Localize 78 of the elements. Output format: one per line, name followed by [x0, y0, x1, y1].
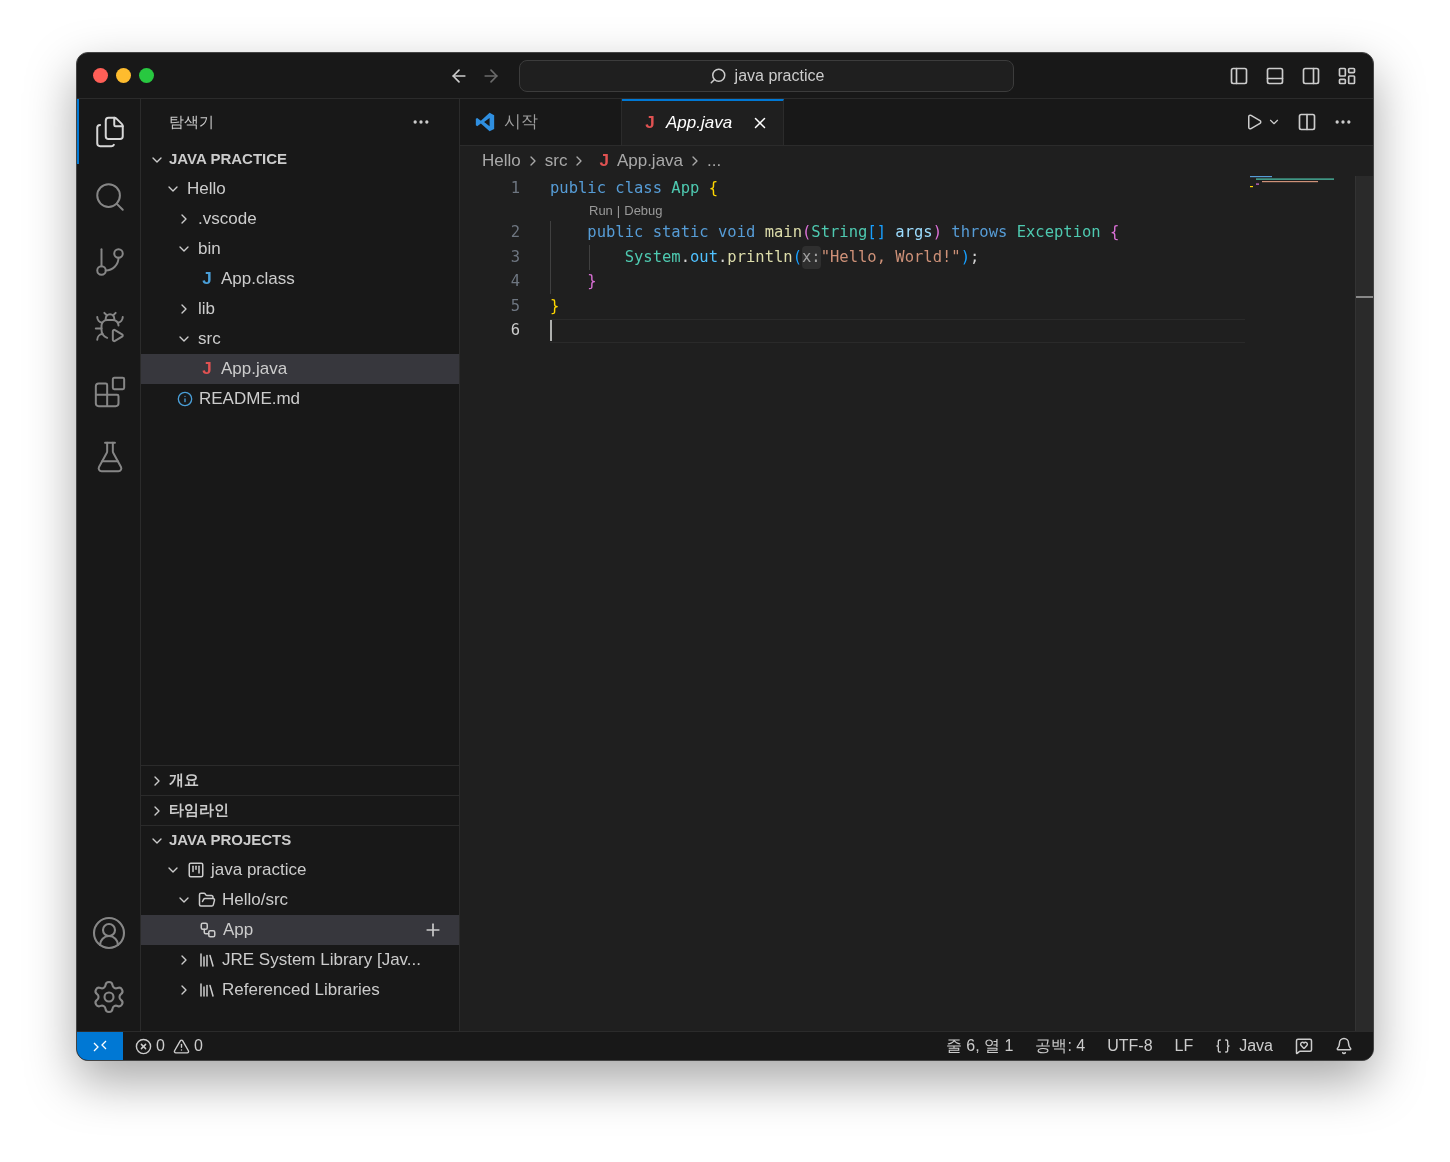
- layout-icon[interactable]: [1337, 65, 1357, 86]
- error-icon: [135, 1037, 152, 1055]
- minimize-window-button[interactable]: [116, 68, 131, 83]
- breadcrumb-item[interactable]: src: [544, 148, 568, 174]
- tree-item[interactable]: lib: [141, 294, 459, 324]
- tree-item[interactable]: README.md: [141, 384, 459, 414]
- line-number: 4: [509, 271, 520, 293]
- braces-icon: [1215, 1038, 1232, 1054]
- tree-item[interactable]: bin: [141, 234, 459, 264]
- encoding-setting[interactable]: UTF-8: [1107, 1034, 1153, 1058]
- tree-item[interactable]: Referenced Libraries: [141, 975, 459, 1005]
- java-file-icon: J: [642, 110, 658, 136]
- secondary-sidebar-icon[interactable]: [1301, 65, 1321, 86]
- search-icon: [708, 66, 727, 85]
- maximize-window-button[interactable]: [139, 68, 154, 83]
- java-file-icon: J: [199, 356, 215, 382]
- run-debug-icon[interactable]: [92, 309, 127, 344]
- feedback-icon[interactable]: [1295, 1037, 1313, 1055]
- panel-toggle-icon[interactable]: [1265, 65, 1285, 86]
- info-icon: [177, 391, 193, 407]
- code-line: }: [550, 295, 561, 317]
- line-number: 6: [509, 320, 520, 342]
- class-file-icon: J: [199, 266, 215, 292]
- tree-item[interactable]: .vscode: [141, 204, 459, 234]
- editor-tab[interactable]: J App.java: [622, 99, 784, 145]
- account-icon[interactable]: [90, 915, 127, 951]
- line-ending-setting[interactable]: LF: [1174, 1034, 1194, 1058]
- line-number: 1: [509, 177, 520, 199]
- problems-button[interactable]: 0 0: [135, 1034, 203, 1058]
- code-line: System.out.println(x:"Hello, World!");: [550, 245, 1245, 270]
- tree-item[interactable]: J App.java: [141, 354, 459, 384]
- line-number: 5: [509, 295, 520, 317]
- tree-item[interactable]: App: [141, 915, 459, 945]
- cursor-position[interactable]: 줄 6, 열 1: [945, 1034, 1014, 1058]
- tree-item[interactable]: java practice: [141, 855, 459, 885]
- play-icon: [1245, 113, 1263, 131]
- command-search-field[interactable]: java practice: [519, 59, 1014, 92]
- line-number: 2: [509, 222, 520, 244]
- library-icon: [198, 951, 216, 969]
- tree-item[interactable]: Hello: [141, 174, 459, 204]
- sidebar-toggle-icon[interactable]: [1229, 65, 1249, 86]
- tree-item[interactable]: src: [141, 324, 459, 354]
- class-icon: [199, 921, 217, 939]
- codelens-link[interactable]: Debug: [624, 200, 663, 221]
- codelens-separator: |: [616, 201, 621, 220]
- library-icon: [198, 981, 216, 999]
- tree-item[interactable]: J App.class: [141, 264, 459, 294]
- bell-icon[interactable]: [1335, 1037, 1353, 1055]
- java-file-icon: J: [599, 148, 609, 174]
- section-header[interactable]: JAVA PROJECTS: [141, 826, 459, 855]
- codelens-link[interactable]: Run: [589, 200, 613, 221]
- section-header[interactable]: JAVA PRACTICE: [141, 145, 459, 174]
- line-number: 3: [509, 246, 520, 268]
- code-line: public class App {: [550, 177, 719, 199]
- warning-icon: [172, 1037, 190, 1055]
- close-window-button[interactable]: [93, 68, 108, 83]
- text-cursor: [550, 320, 552, 342]
- tree-item[interactable]: Hello/src: [141, 885, 459, 915]
- project-icon: [187, 861, 205, 879]
- tree-item[interactable]: JRE System Library [Jav...: [141, 945, 459, 975]
- sidebar-title: 탐색기: [169, 111, 214, 132]
- code-line: }: [550, 269, 1245, 294]
- folder-icon: [198, 891, 216, 909]
- extensions-icon[interactable]: [92, 374, 127, 409]
- breadcrumb-item[interactable]: Hello: [482, 148, 521, 174]
- logo-icon: [474, 111, 496, 133]
- section-header[interactable]: 타임라인: [141, 796, 459, 825]
- remote-icon: [92, 1038, 108, 1054]
- split-editor-icon[interactable]: [1297, 112, 1317, 132]
- indentation-setting[interactable]: 공백: 4: [1035, 1034, 1086, 1058]
- remote-button[interactable]: [77, 1032, 123, 1060]
- run-button[interactable]: [1245, 113, 1281, 131]
- language-mode[interactable]: Java: [1215, 1034, 1273, 1058]
- section-header[interactable]: 개요: [141, 766, 459, 795]
- scrollbar-thumb[interactable]: [1356, 296, 1373, 298]
- breadcrumb-item[interactable]: ...: [707, 148, 722, 174]
- code-line: public static void main(String[] args) throws Exception {: [550, 220, 1245, 245]
- breadcrumb-item[interactable]: App.java: [616, 148, 684, 174]
